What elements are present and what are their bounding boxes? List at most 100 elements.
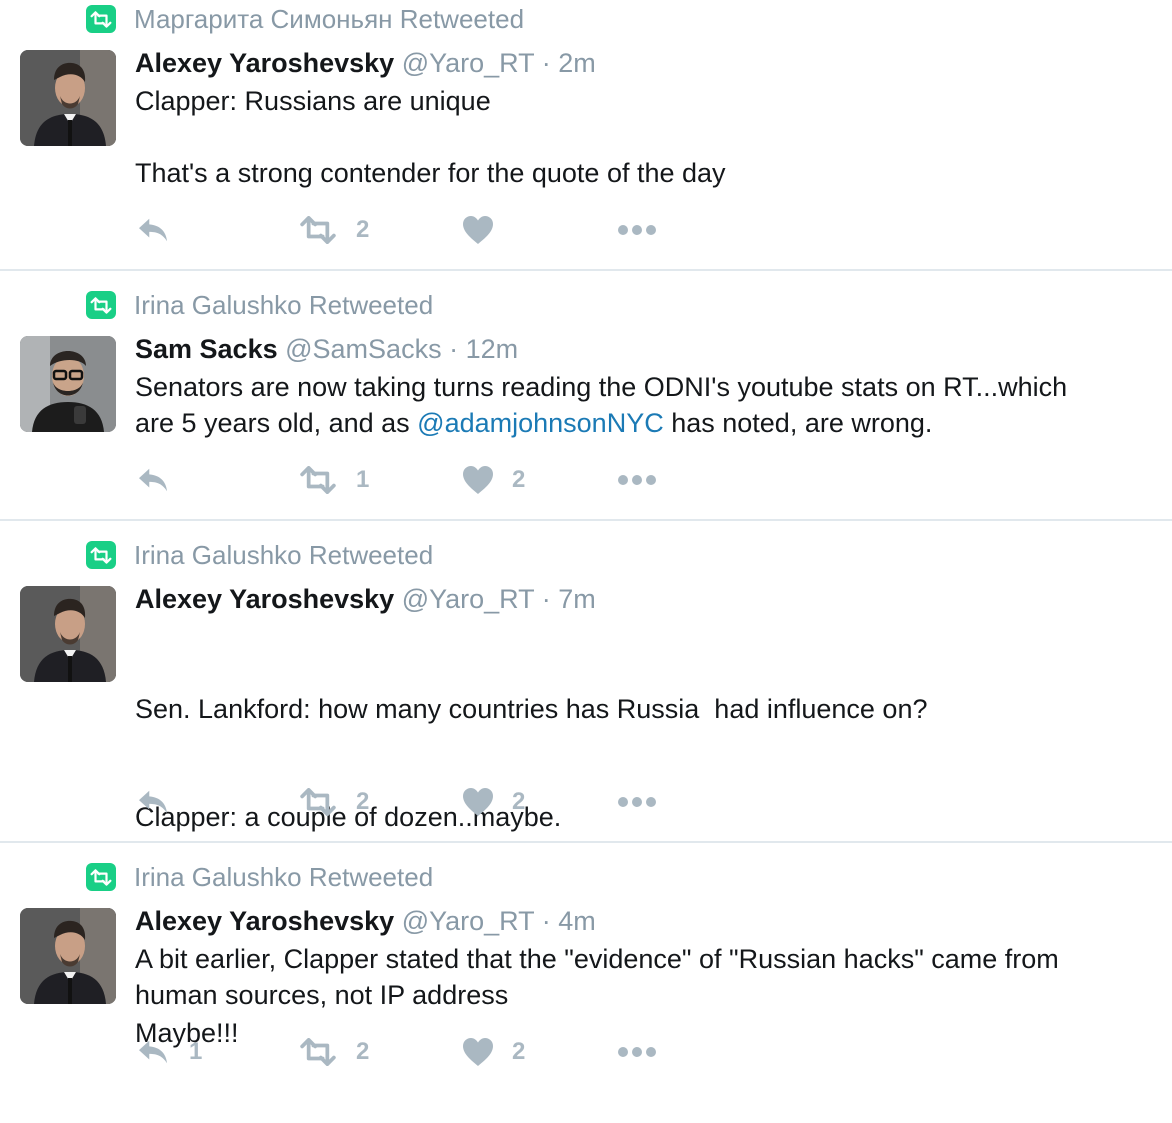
tweet-line: human sources, not IP address (135, 980, 509, 1010)
reply-icon (135, 216, 171, 244)
author-name[interactable]: Alexey Yaroshevsky (135, 906, 394, 936)
avatar[interactable] (20, 50, 116, 146)
tweet-actions: 2 (135, 212, 695, 248)
reply-count: 1 (189, 1038, 203, 1065)
divider (0, 519, 1172, 521)
separator-dot: · (534, 48, 559, 78)
tweet-actions: 2 2 (135, 784, 695, 820)
retweet-button[interactable]: 1 (298, 462, 369, 498)
divider (0, 269, 1172, 271)
like-count: 2 (512, 1038, 526, 1065)
separator-dot: · (534, 584, 559, 614)
retweet-icon (298, 788, 338, 816)
heart-icon (462, 215, 494, 245)
retweet-context: Irina Galushko Retweeted (86, 540, 433, 570)
author-name[interactable]: Alexey Yaroshevsky (135, 584, 394, 614)
more-button[interactable] (617, 1034, 657, 1070)
tweet-card[interactable]: Маргарита Симоньян Retweeted Alexey Yaro… (0, 0, 1172, 270)
tweet-header: Sam Sacks @SamSacks · 12m (135, 334, 518, 364)
tweet-line: Clapper: Russians are unique (135, 86, 491, 116)
retweet-context: Irina Galushko Retweeted (86, 862, 433, 892)
more-button[interactable] (617, 784, 657, 820)
avatar[interactable] (20, 336, 116, 432)
heart-icon (462, 465, 494, 495)
retweet-icon (298, 1038, 338, 1066)
tweet-line: Sen. Lankford: how many countries has Ru… (135, 694, 928, 724)
more-button[interactable] (617, 212, 657, 248)
more-icon (617, 1046, 657, 1058)
heart-icon (462, 1037, 494, 1067)
retweeted-by-label[interactable]: Irina Galushko Retweeted (134, 862, 433, 893)
author-name[interactable]: Sam Sacks (135, 334, 278, 364)
divider (0, 841, 1172, 843)
author-handle[interactable]: @Yaro_RT (402, 906, 534, 936)
like-count: 2 (512, 466, 526, 493)
retweet-icon (298, 216, 338, 244)
reply-icon (135, 1038, 171, 1066)
author-handle[interactable]: @Yaro_RT (402, 584, 534, 614)
tweet-line: Senators are now taking turns reading th… (135, 372, 1068, 402)
like-button[interactable]: 2 (462, 462, 525, 498)
tweet-text: Clapper: Russians are unique That's a st… (135, 83, 1135, 191)
tweet-card[interactable]: Irina Galushko Retweeted Sam Sacks @SamS… (0, 286, 1172, 520)
retweet-context: Маргарита Симоньян Retweeted (86, 4, 524, 34)
separator-dot: · (534, 906, 559, 936)
tweet-line: are 5 years old, and as @adamjohnsonNYC … (135, 405, 1135, 441)
retweet-button[interactable]: 2 (298, 784, 369, 820)
retweeted-by-label[interactable]: Irina Galushko Retweeted (134, 540, 433, 571)
retweeted-by-label[interactable]: Маргарита Симоньян Retweeted (134, 4, 524, 35)
timestamp[interactable]: 12m (466, 334, 519, 364)
more-button[interactable] (617, 462, 657, 498)
retweet-icon (298, 466, 338, 494)
retweet-count: 2 (356, 1038, 370, 1065)
avatar[interactable] (20, 586, 116, 682)
tweet-card[interactable]: Irina Galushko Retweeted Alexey Yaroshev… (0, 858, 1172, 1088)
retweet-badge-icon (86, 291, 116, 319)
retweet-badge-icon (86, 863, 116, 891)
tweet-actions: 1 2 2 (135, 1034, 695, 1070)
reply-button[interactable] (135, 784, 189, 820)
tweet-header: Alexey Yaroshevsky @Yaro_RT · 2m (135, 48, 596, 78)
more-icon (617, 474, 657, 486)
author-name[interactable]: Alexey Yaroshevsky (135, 48, 394, 78)
heart-icon (462, 787, 494, 817)
like-count: 2 (512, 788, 526, 815)
retweet-badge-icon (86, 541, 116, 569)
like-button[interactable]: 2 (462, 1034, 525, 1070)
tweet-header: Alexey Yaroshevsky @Yaro_RT · 7m (135, 584, 596, 614)
timestamp[interactable]: 2m (558, 48, 596, 78)
author-handle[interactable]: @SamSacks (285, 334, 441, 364)
tweet-line (135, 119, 1135, 155)
reply-button[interactable] (135, 212, 189, 248)
tweet-line: A bit earlier, Clapper stated that the "… (135, 944, 1059, 974)
tweet-header: Alexey Yaroshevsky @Yaro_RT · 4m (135, 906, 596, 936)
tweet-card[interactable]: Irina Galushko Retweeted Alexey Yaroshev… (0, 536, 1172, 1048)
tweet-text: A bit earlier, Clapper stated that the "… (135, 941, 1135, 1013)
retweet-count: 2 (356, 788, 370, 815)
reply-icon (135, 466, 171, 494)
avatar[interactable] (20, 908, 116, 1004)
reply-button[interactable]: 1 (135, 1034, 202, 1070)
reply-button[interactable] (135, 462, 189, 498)
retweet-badge-icon (86, 5, 116, 33)
retweeted-by-label[interactable]: Irina Galushko Retweeted (134, 290, 433, 321)
reply-icon (135, 788, 171, 816)
like-button[interactable] (462, 212, 512, 248)
author-handle[interactable]: @Yaro_RT (402, 48, 534, 78)
retweet-button[interactable]: 2 (298, 1034, 369, 1070)
tweet-actions: 1 2 (135, 462, 695, 498)
mention-link[interactable]: @adamjohnsonNYC (417, 408, 664, 438)
text-segment: has noted, are wrong. (663, 408, 933, 438)
tweet-line: That's a strong contender for the quote … (135, 158, 726, 188)
retweet-count: 2 (356, 216, 370, 243)
timestamp[interactable]: 7m (558, 584, 596, 614)
more-icon (617, 796, 657, 808)
timestamp[interactable]: 4m (558, 906, 596, 936)
text-segment: are 5 years old, and as (135, 408, 418, 438)
retweet-context: Irina Galushko Retweeted (86, 290, 433, 320)
retweet-button[interactable]: 2 (298, 212, 369, 248)
like-button[interactable]: 2 (462, 784, 525, 820)
tweet-text: Senators are now taking turns reading th… (135, 369, 1135, 441)
retweet-count: 1 (356, 466, 370, 493)
separator-dot: · (441, 334, 466, 364)
